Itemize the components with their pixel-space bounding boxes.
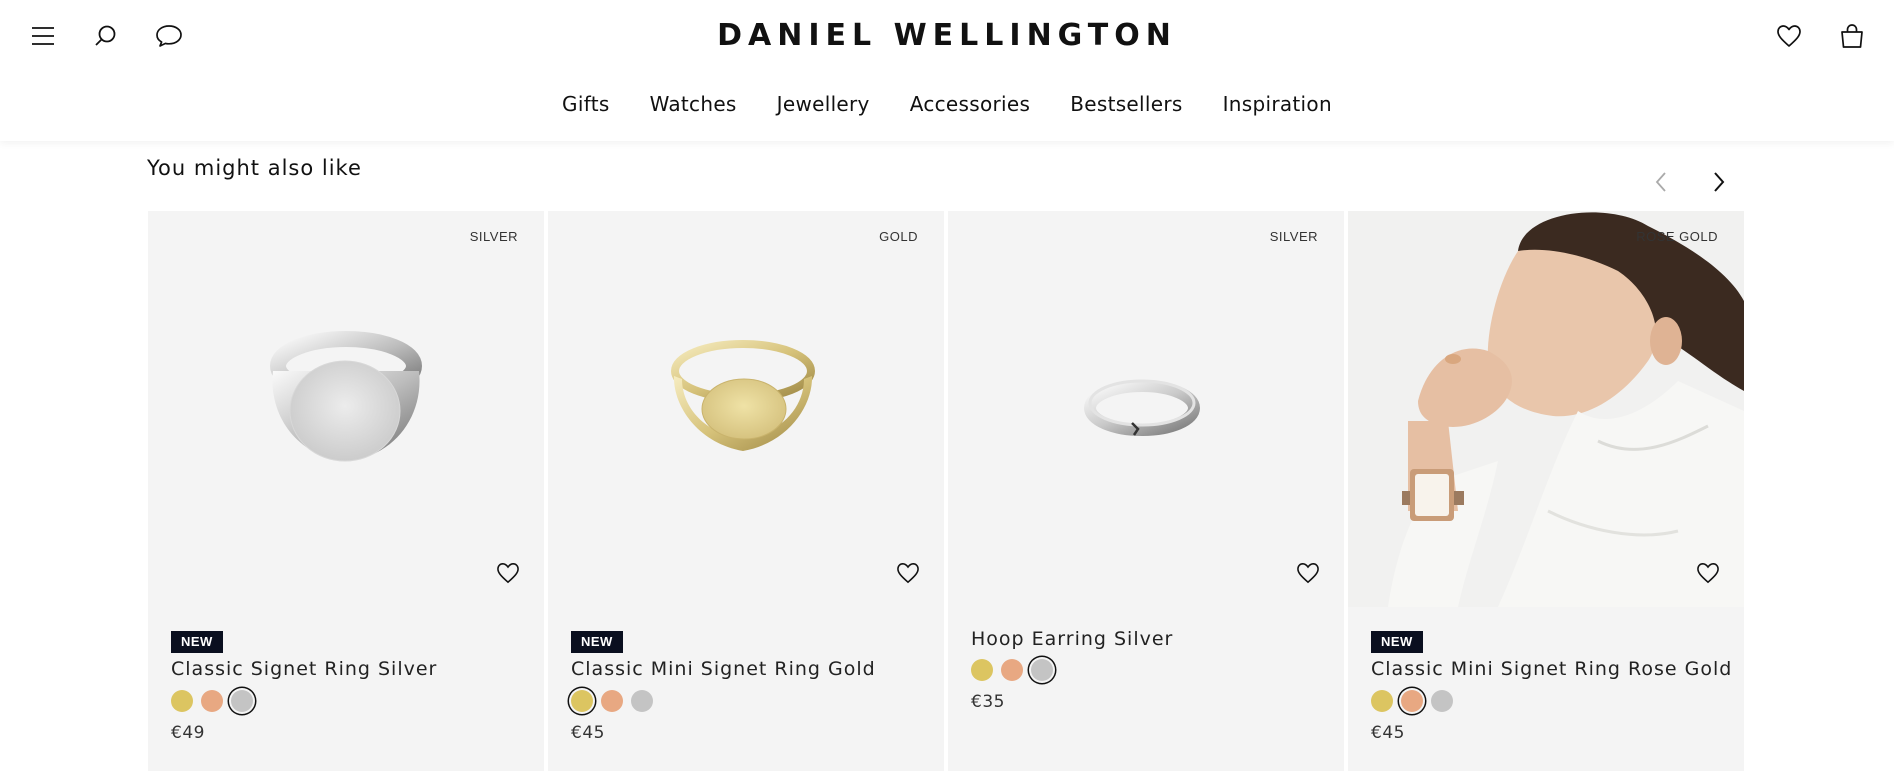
metal-label: ROSE GOLD — [1636, 229, 1718, 244]
nav-inspiration[interactable]: Inspiration — [1223, 92, 1332, 116]
metal-label: SILVER — [1269, 229, 1318, 244]
product-price: €45 — [571, 723, 605, 743]
product-card[interactable]: SILVER Hoop Earring Silver €35 — [948, 211, 1344, 771]
swatch-silver[interactable] — [1431, 690, 1453, 712]
wishlist-heart-icon[interactable] — [494, 559, 522, 587]
swatch-silver[interactable] — [631, 690, 653, 712]
signet-ring-gold-image — [671, 340, 815, 451]
new-badge: NEW — [171, 631, 223, 653]
brand-logo[interactable]: DANIEL WELLINGTON — [0, 18, 1894, 53]
product-image[interactable]: ROSE GOLD — [1348, 211, 1744, 607]
chevron-right-icon — [1714, 172, 1725, 192]
product-card[interactable]: GOLD NEW Classic Mini Signet Ring Gold €… — [548, 211, 944, 771]
nav-watches[interactable]: Watches — [650, 92, 737, 116]
signet-ring-silver-image — [270, 331, 422, 462]
main-nav: Gifts Watches Jewellery Accessories Best… — [0, 92, 1894, 116]
wishlist-heart-icon[interactable] — [1773, 20, 1805, 52]
site-header: DANIEL WELLINGTON Gifts Watches Jeweller… — [0, 0, 1894, 141]
wishlist-heart-icon[interactable] — [1694, 559, 1722, 587]
new-badge: NEW — [1371, 631, 1423, 653]
product-name[interactable]: Classic Signet Ring Silver — [171, 658, 437, 680]
color-swatches — [571, 690, 653, 712]
chevron-left-icon — [1655, 172, 1666, 192]
product-image[interactable]: SILVER — [148, 211, 544, 607]
nav-bestsellers[interactable]: Bestsellers — [1070, 92, 1182, 116]
new-badge: NEW — [571, 631, 623, 653]
swatch-gold[interactable] — [571, 690, 593, 712]
product-price: €35 — [971, 692, 1005, 712]
product-name[interactable]: Classic Mini Signet Ring Rose Gold — [1371, 658, 1732, 680]
product-price: €45 — [1371, 723, 1405, 743]
swatch-rose-gold[interactable] — [201, 690, 223, 712]
nav-accessories[interactable]: Accessories — [910, 92, 1031, 116]
product-image[interactable]: GOLD — [548, 211, 944, 607]
metal-label: SILVER — [469, 229, 518, 244]
product-card[interactable]: ROSE GOLD NEW Classic Mini Signet Ring R… — [1348, 211, 1744, 771]
product-image[interactable]: SILVER — [948, 211, 1344, 607]
color-swatches — [171, 690, 253, 712]
color-swatches — [1371, 690, 1453, 712]
nav-jewellery[interactable]: Jewellery — [777, 92, 870, 116]
carousel-next-button[interactable] — [1704, 167, 1734, 197]
color-swatches — [971, 659, 1053, 681]
section-title: You might also like — [147, 156, 362, 180]
swatch-gold[interactable] — [971, 659, 993, 681]
model-lifestyle-image — [1348, 211, 1744, 607]
bag-icon[interactable] — [1836, 20, 1868, 52]
wishlist-heart-icon[interactable] — [1294, 559, 1322, 587]
swatch-gold[interactable] — [171, 690, 193, 712]
swatch-rose-gold[interactable] — [1001, 659, 1023, 681]
swatch-rose-gold[interactable] — [601, 690, 623, 712]
swatch-gold[interactable] — [1371, 690, 1393, 712]
hoop-earring-silver-image — [1084, 379, 1200, 436]
product-name[interactable]: Classic Mini Signet Ring Gold — [571, 658, 876, 680]
carousel-prev-button[interactable] — [1646, 167, 1676, 197]
swatch-rose-gold[interactable] — [1401, 690, 1423, 712]
product-card[interactable]: SILVER NEW Classic Signet Ring Silver €4… — [148, 211, 544, 771]
swatch-silver[interactable] — [1031, 659, 1053, 681]
product-name[interactable]: Hoop Earring Silver — [971, 628, 1173, 650]
swatch-silver[interactable] — [231, 690, 253, 712]
wishlist-heart-icon[interactable] — [894, 559, 922, 587]
product-price: €49 — [171, 723, 205, 743]
nav-gifts[interactable]: Gifts — [562, 92, 610, 116]
metal-label: GOLD — [879, 229, 918, 244]
